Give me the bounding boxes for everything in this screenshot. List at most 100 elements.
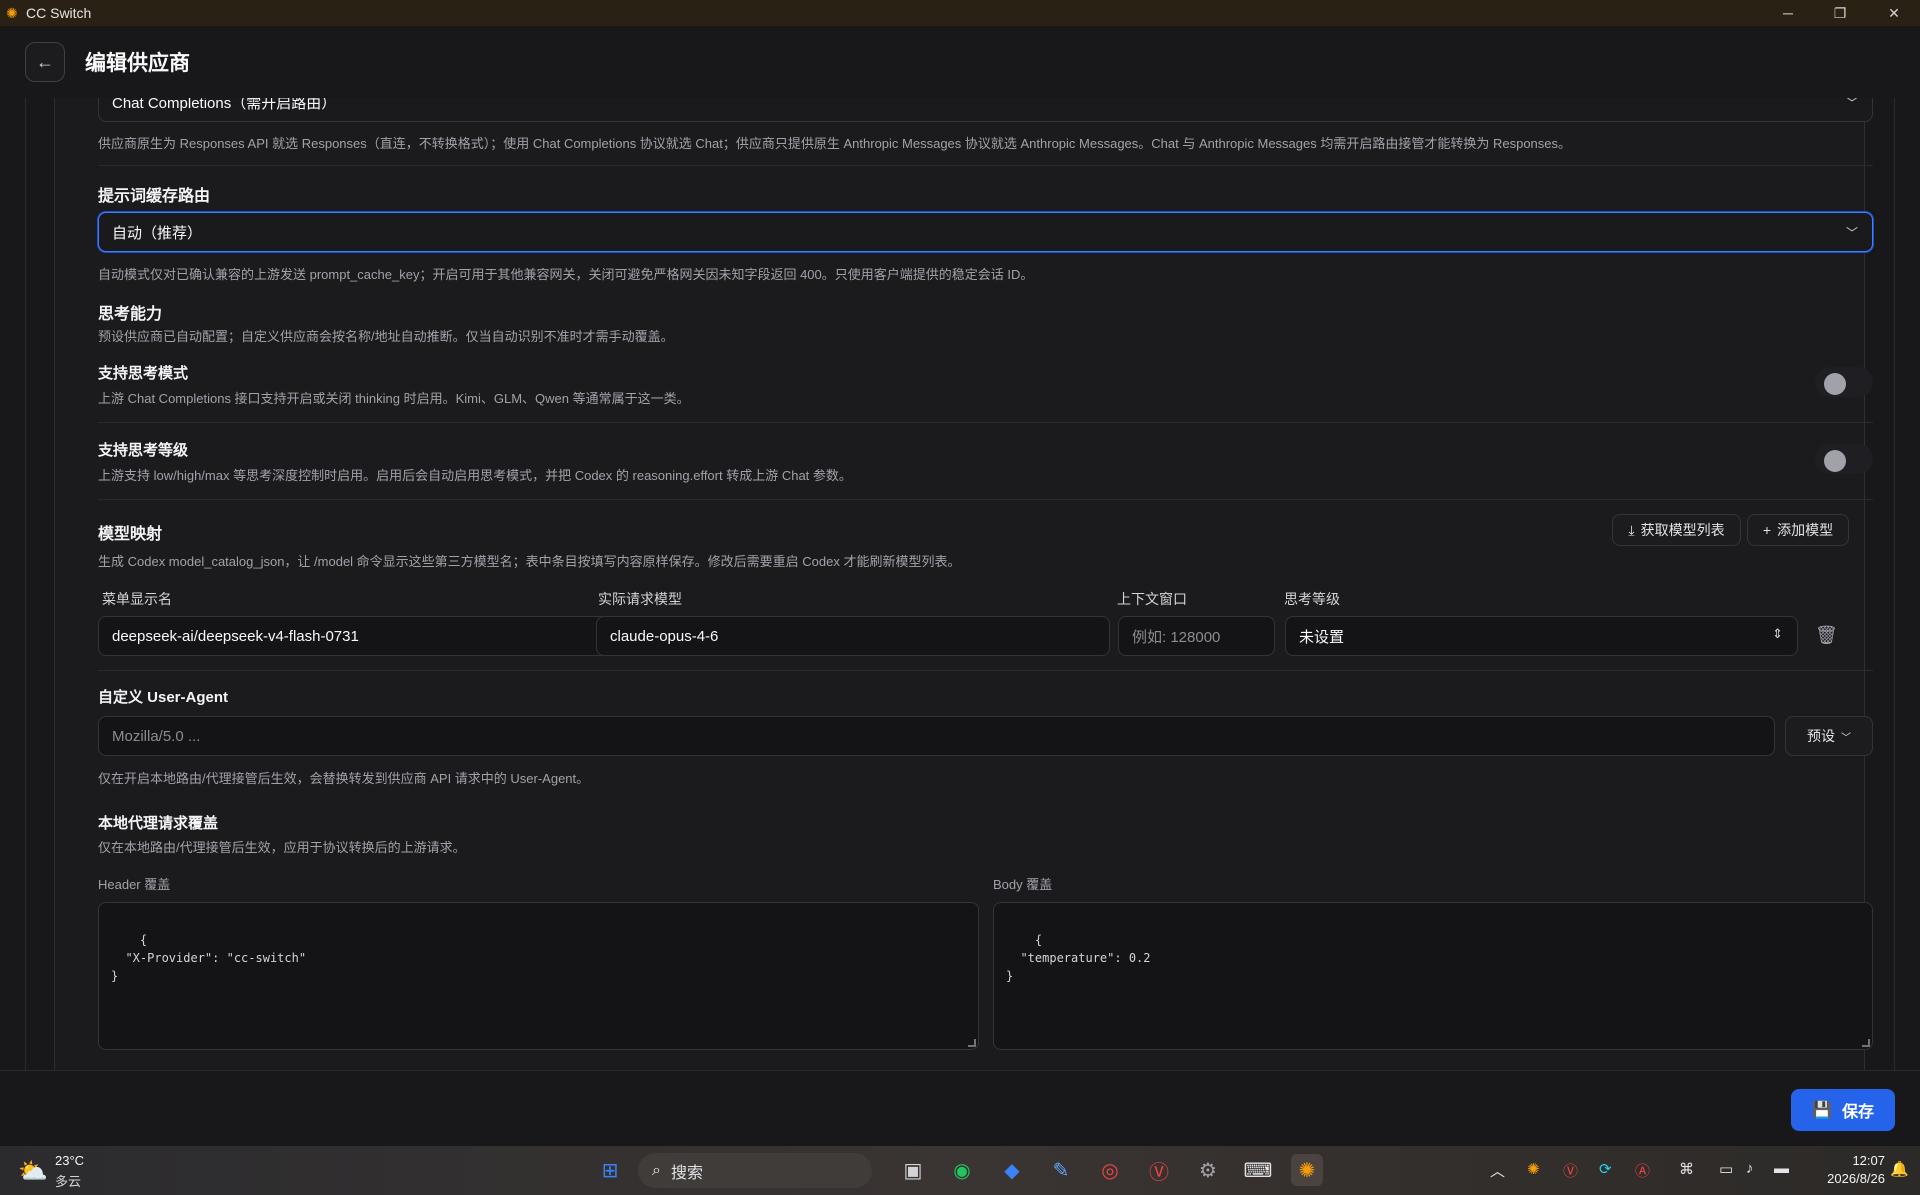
windows-taskbar: ⛅ 23°C 多云 ⊞ ⌕ 搜索 ▣ ◉ ◆ ✎ ◎ Ⓥ ⚙ ⌨ ✺ ︿ ✺ Ⓥ… xyxy=(0,1146,1920,1195)
minimize-button[interactable]: ─ xyxy=(1762,0,1814,26)
prompt-cache-hint: 自动模式仅对已确认兼容的上游发送 prompt_cache_key；开启可用于其… xyxy=(98,267,1034,282)
toggle-knob xyxy=(1824,373,1846,395)
header-override-value: { "X-Provider": "cc-switch" } xyxy=(111,933,307,983)
header-override-label: Header 覆盖 xyxy=(98,877,171,892)
battery-icon[interactable]: ▬ xyxy=(1774,1160,1789,1177)
weather-temp: 23°C xyxy=(55,1153,85,1168)
save-icon: 💾 xyxy=(1812,1102,1832,1119)
thinking-mode-hint: 上游 Chat Completions 接口支持开启或关闭 thinking 时… xyxy=(98,391,690,406)
volume-icon[interactable]: ♪ xyxy=(1746,1160,1754,1177)
thinking-level-label: 支持思考等级 xyxy=(98,442,189,459)
network-icon[interactable]: ▭ xyxy=(1719,1160,1733,1178)
page-footer: 💾 保存 xyxy=(0,1070,1920,1146)
resize-handle-icon[interactable] xyxy=(1862,1039,1870,1047)
maximize-button[interactable]: ❐ xyxy=(1814,0,1866,26)
context-window-input[interactable]: 例如: 128000 xyxy=(1118,616,1275,656)
settings-gear-icon[interactable]: ⚙ xyxy=(1192,1154,1224,1186)
preset-button[interactable]: 预设 ﹀ xyxy=(1785,716,1873,756)
clock-time[interactable]: 12:07 xyxy=(1820,1153,1885,1168)
input-method-icon[interactable]: ⌘ xyxy=(1679,1160,1694,1178)
thinking-level-select[interactable]: 未设置 ⇕ xyxy=(1285,616,1798,656)
user-agent-label: 自定义 User-Agent xyxy=(98,689,229,706)
notification-bell-icon[interactable]: 🔔 xyxy=(1890,1160,1909,1178)
terminal-icon[interactable]: ⌨ xyxy=(1242,1154,1274,1186)
close-button[interactable]: ✕ xyxy=(1868,0,1920,26)
thinking-label: 思考能力 xyxy=(98,306,163,323)
api-format-select[interactable]: Chat Completions（需开启路由） ﹀ xyxy=(98,98,1873,122)
cc-switch-logo-icon: ✺ xyxy=(6,5,18,21)
vivaldi-tray-icon[interactable]: Ⓥ xyxy=(1563,1160,1578,1181)
cloud-weather-icon[interactable]: ⛅ xyxy=(18,1157,48,1186)
preset-label: 预设 xyxy=(1807,728,1835,744)
window-titlebar: ✺ CC Switch ─ ❐ ✕ xyxy=(0,0,1920,26)
arrow-left-icon: ← xyxy=(36,51,54,72)
vivaldi-icon[interactable]: Ⓥ xyxy=(1143,1154,1175,1186)
download-icon: ⤓ xyxy=(1628,521,1635,538)
overrides-label: 本地代理请求覆盖 xyxy=(98,815,219,832)
task-view-icon[interactable]: ▣ xyxy=(897,1154,929,1186)
thinking-hint: 预设供应商已自动配置；自定义供应商会按名称/地址自动推断。仅当自动识别不准时才需… xyxy=(98,329,674,344)
add-model-button[interactable]: + 添加模型 xyxy=(1747,514,1849,546)
header-override-textarea[interactable]: { "X-Provider": "cc-switch" } xyxy=(98,902,979,1050)
edge-browser-icon[interactable]: ◉ xyxy=(946,1154,978,1186)
toggle-knob xyxy=(1824,450,1846,472)
column-header-thinking-level: 思考等级 xyxy=(1284,591,1340,607)
thinking-level-hint: 上游支持 low/high/max 等思考深度控制时启用。启用后会自动启用思考模… xyxy=(98,468,852,483)
thinking-mode-label: 支持思考模式 xyxy=(98,365,189,382)
thinking-level-value: 未设置 xyxy=(1299,628,1345,646)
api-format-hint: 供应商原生为 Responses API 就选 Responses（直连，不转换… xyxy=(98,136,1572,151)
clock-date[interactable]: 2026/8/26 xyxy=(1820,1171,1885,1186)
column-header-request-model: 实际请求模型 xyxy=(598,591,682,607)
fetch-models-button[interactable]: ⤓ 获取模型列表 xyxy=(1612,514,1741,546)
user-agent-hint: 仅在开启本地路由/代理接管后生效，会替换转发到供应商 API 请求中的 User… xyxy=(98,771,590,786)
divider xyxy=(98,422,1873,423)
api-format-value: Chat Completions（需开启路由） xyxy=(112,98,337,112)
add-model-label: 添加模型 xyxy=(1777,522,1834,538)
display-name-input[interactable]: deepseek-ai/deepseek-v4-flash-0731 xyxy=(98,616,611,656)
column-header-display-name: 菜单显示名 xyxy=(102,591,172,607)
chevron-down-icon: ﹀ xyxy=(1841,732,1851,744)
page-title: 编辑供应商 xyxy=(85,52,190,75)
prompt-cache-label: 提示词缓存路由 xyxy=(98,188,211,205)
cc-switch-taskbar-icon[interactable]: ✺ xyxy=(1291,1154,1323,1186)
chevrons-up-down-icon: ⇕ xyxy=(1772,626,1783,641)
fetch-models-label: 获取模型列表 xyxy=(1640,522,1725,538)
trash-icon[interactable]: 🗑 xyxy=(1815,625,1838,647)
divider xyxy=(98,670,1873,671)
model-mapping-hint: 生成 Codex model_catalog_json，让 /model 命令显… xyxy=(98,554,961,569)
search-icon: ⌕ xyxy=(652,1161,661,1179)
weather-desc: 多云 xyxy=(55,1174,82,1189)
windows-start-icon[interactable]: ⊞ xyxy=(594,1154,626,1186)
thinking-level-toggle[interactable] xyxy=(1815,444,1873,474)
thinking-mode-toggle[interactable] xyxy=(1815,367,1873,397)
form-scroll-area[interactable]: Chat Completions（需开启路由） ﹀ 供应商原生为 Respons… xyxy=(25,98,1895,1070)
model-mapping-label: 模型映射 xyxy=(98,526,163,543)
acrobat-tray-icon[interactable]: Ⓐ xyxy=(1635,1160,1650,1181)
weibo-icon[interactable]: ◎ xyxy=(1094,1154,1126,1186)
taskbar-search[interactable]: ⌕ 搜索 xyxy=(638,1153,872,1188)
page-header: ← 编辑供应商 xyxy=(0,26,1920,98)
chevron-down-icon: ﹀ xyxy=(1845,98,1858,110)
body-override-label: Body 覆盖 xyxy=(993,877,1053,892)
divider xyxy=(98,499,1873,500)
user-agent-input[interactable]: Mozilla/5.0 ... xyxy=(98,716,1775,756)
prompt-cache-value: 自动（推荐） xyxy=(112,224,203,242)
chevron-up-icon[interactable]: ︿ xyxy=(1490,1160,1505,1181)
sync-tray-icon[interactable]: ⟳ xyxy=(1599,1160,1612,1178)
prompt-cache-select[interactable]: 自动（推荐） ﹀ xyxy=(98,212,1873,252)
divider xyxy=(98,165,1873,166)
overrides-hint: 仅在本地路由/代理接管后生效，应用于协议转换后的上游请求。 xyxy=(98,840,466,855)
body-override-textarea[interactable]: { "temperature": 0.2 } xyxy=(993,902,1873,1050)
back-button[interactable]: ← xyxy=(25,42,65,82)
save-button[interactable]: 💾 保存 xyxy=(1791,1089,1895,1131)
request-model-input[interactable]: claude-opus-4-6 xyxy=(596,616,1110,656)
column-header-context-window: 上下文窗口 xyxy=(1117,591,1187,607)
chevron-down-icon: ﹀ xyxy=(1845,226,1858,240)
cc-switch-tray-icon[interactable]: ✺ xyxy=(1527,1160,1540,1178)
app-cube-icon[interactable]: ◆ xyxy=(996,1154,1028,1186)
plus-icon: + xyxy=(1762,522,1772,538)
paint-icon[interactable]: ✎ xyxy=(1045,1154,1077,1186)
resize-handle-icon[interactable] xyxy=(968,1039,976,1047)
body-override-value: { "temperature": 0.2 } xyxy=(1006,933,1151,983)
search-placeholder: 搜索 xyxy=(670,1164,703,1182)
